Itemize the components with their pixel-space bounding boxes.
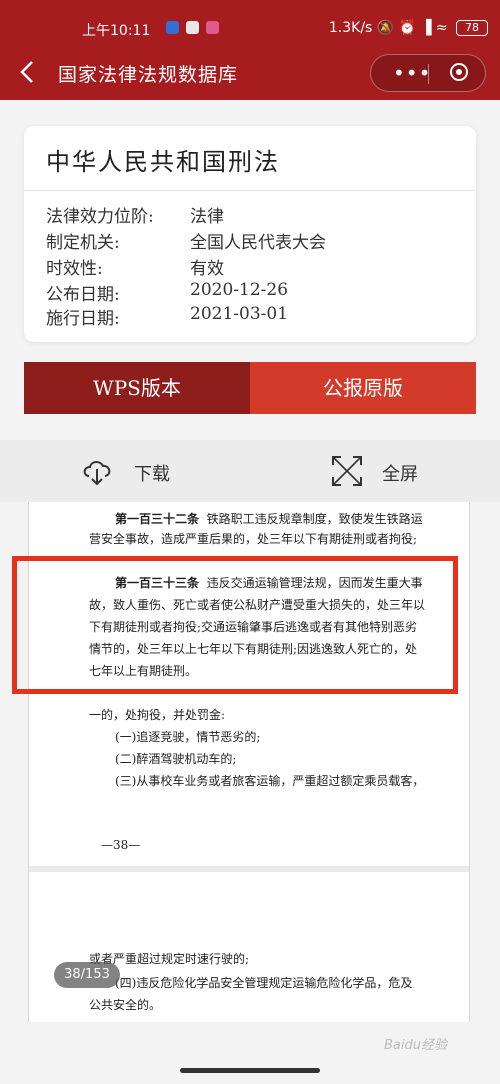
chevron-left-icon bbox=[20, 61, 33, 83]
doc-line: 营安全事故，造成严重后果的，处三年以下有期徒刑或者拘役; bbox=[29, 530, 469, 547]
page-indicator: 38/153 bbox=[54, 962, 120, 988]
doc-text: 公共安全的。 bbox=[89, 998, 162, 1012]
field-value: 法律 bbox=[190, 207, 224, 227]
app-notification-icon bbox=[206, 21, 219, 34]
download-label: 下载 bbox=[134, 464, 170, 485]
doc-line: 一的，处拘役，并处罚金: bbox=[29, 706, 469, 723]
field-label: 施行日期: bbox=[46, 309, 120, 329]
status-time: 上午10:11 bbox=[82, 23, 151, 39]
navbar: 国家法律法规数据库 ••• bbox=[0, 52, 500, 92]
fullscreen-button[interactable]: 全屏 bbox=[330, 454, 430, 488]
doc-text: 一的，处拘役，并处罚金: bbox=[89, 708, 226, 722]
watermark-logo: Baidu经验 bbox=[384, 1038, 447, 1053]
law-title: 中华人民共和国刑法 bbox=[46, 148, 280, 176]
alarm-icon: ⏰ bbox=[398, 20, 417, 36]
back-button[interactable] bbox=[14, 52, 42, 92]
tab-wps-version[interactable]: WPS版本 bbox=[24, 362, 250, 414]
status-bar: 上午10:11 1.3K/s 🔕 ⏰ ▐ ≈ 78 bbox=[0, 16, 500, 44]
app-notification-icon bbox=[186, 21, 199, 34]
home-indicator[interactable] bbox=[180, 1068, 320, 1073]
article-number: 第一百三十二条 bbox=[115, 512, 200, 526]
battery-icon: 78 bbox=[456, 20, 488, 36]
doc-text: (一)追逐竞驶，情节恶劣的; bbox=[115, 730, 261, 744]
field-label: 制定机关: bbox=[46, 233, 120, 253]
field-label: 法律效力位阶: bbox=[46, 207, 154, 227]
page-number: —38— bbox=[29, 838, 469, 852]
tab-original-gazette[interactable]: 公报原版 bbox=[250, 362, 476, 414]
mini-program-capsule: ••• bbox=[370, 54, 486, 92]
doc-line: 公共安全的。 bbox=[29, 996, 469, 1013]
signal-icon: ▐ bbox=[420, 20, 432, 36]
more-button[interactable]: ••• bbox=[393, 61, 431, 85]
wifi-icon: ≈ bbox=[435, 20, 448, 36]
mute-icon: 🔕 bbox=[376, 20, 395, 36]
close-miniprogram-button[interactable] bbox=[450, 63, 468, 81]
fullscreen-label: 全屏 bbox=[382, 464, 418, 485]
card-divider bbox=[24, 190, 476, 191]
cloud-download-icon bbox=[83, 461, 111, 486]
page-title: 国家法律法规数据库 bbox=[58, 64, 239, 86]
field-label: 时效性: bbox=[46, 259, 103, 279]
field-value: 有效 bbox=[190, 259, 224, 279]
status-right: 1.3K/s 🔕 ⏰ ▐ ≈ 78 bbox=[329, 20, 488, 36]
doc-text: —38— bbox=[101, 838, 141, 852]
doc-line: 第一百三十二条 铁路职工违反规章制度，致使发生铁路运 bbox=[29, 510, 469, 527]
page-separator bbox=[29, 866, 469, 872]
version-tabs: WPS版本 公报原版 bbox=[24, 362, 476, 414]
fullscreen-icon bbox=[332, 456, 362, 486]
capsule-divider bbox=[428, 64, 429, 84]
doc-text: (三)从事校车业务或者旅客运输，严重超过额定乘员载客， bbox=[115, 774, 425, 788]
app-notification-icon bbox=[166, 21, 179, 34]
field-label: 公布日期: bbox=[46, 285, 120, 305]
doc-text: (二)醉酒驾驶机动车的; bbox=[115, 752, 237, 766]
field-value: 2020-12-26 bbox=[190, 280, 289, 300]
law-info-card: 中华人民共和国刑法 法律效力位阶: 法律 制定机关: 全国人民代表大会 时效性:… bbox=[24, 126, 476, 342]
doc-line: (一)追逐竞驶，情节恶劣的; bbox=[29, 728, 469, 745]
doc-text: 营安全事故，造成严重后果的，处三年以下有期徒刑或者拘役; bbox=[89, 532, 418, 546]
network-speed: 1.3K/s bbox=[328, 20, 373, 36]
field-value: 全国人民代表大会 bbox=[190, 233, 326, 253]
app-header: 上午10:11 1.3K/s 🔕 ⏰ ▐ ≈ 78 国家法律法规数据库 ••• bbox=[0, 0, 500, 100]
doc-text: (四)违反危险化学品安全管理规定运输危险化学品，危及 bbox=[115, 976, 413, 990]
download-button[interactable]: 下载 bbox=[80, 454, 180, 488]
doc-line: (二)醉酒驾驶机动车的; bbox=[29, 750, 469, 767]
document-toolbar: 下载 全屏 bbox=[0, 440, 500, 502]
doc-text: 铁路职工违反规章制度，致使发生铁路运 bbox=[206, 512, 423, 526]
field-value: 2021-03-01 bbox=[190, 304, 289, 324]
highlight-box bbox=[12, 556, 458, 694]
doc-line: (三)从事校车业务或者旅客运输，严重超过额定乘员载客， bbox=[29, 772, 469, 789]
